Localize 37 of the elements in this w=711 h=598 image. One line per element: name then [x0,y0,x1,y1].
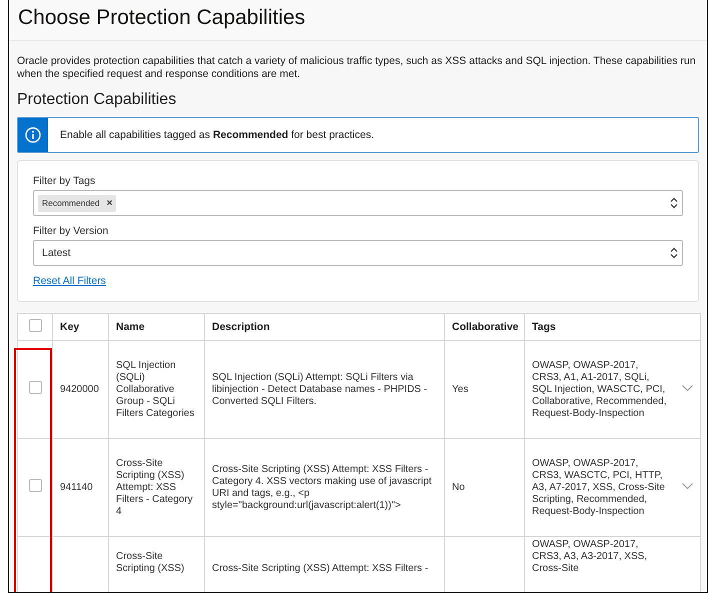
table-cell: Cross-Site Scripting (XSS) Attempt: XSS Filters - Category 4 [116,458,193,516]
chevron-updown-icon [670,197,678,209]
table-cell: OWASP, OWASP-2017, CRS3, WASCTC, PCI, HTTP, A3, A7-2017, XSS, Cross-Site Scripting, Recommended, Request-Body-Inspection [532,458,665,516]
column-header[interactable]: Tags [524,314,701,340]
chevron-updown-icon [670,247,678,259]
table-cell: 941140 [60,482,93,492]
banner-text: Enable all capabilities tagged as Recommended for best practices. [60,129,374,141]
info-icon [25,127,41,143]
table-cell: 9420000 [60,384,99,394]
column-header[interactable]: Key [52,314,108,340]
remove-icon[interactable]: × [106,198,112,208]
intro-text: Oracle provides protection capabilities that catch a variety of malicious traffic types, such as XSS attacks and SQL injection. These capabilities run when the specified request and response conditions are met. [17,55,697,81]
tags-select[interactable]: Recommended × [33,190,683,216]
table-cell: SQL Injection (SQLi) Collaborative Group - SQLi Filters Categories [116,360,194,418]
version-select[interactable]: Latest [33,240,683,266]
column-header[interactable]: Name [108,314,204,340]
table-cell: OWASP, OWASP-2017, CRS3, A1, A1-2017, SQLi, SQL Injection, WASCTC, PCI, Collaborative, Recommended, Request-Body-Inspection [532,360,667,418]
expand-chevron-icon[interactable] [682,384,692,392]
tag-chip[interactable]: Recommended × [38,194,116,212]
table-cell: SQL Injection (SQLi) Attempt: SQLi Filters via libinjection - Detect Database names - PHPIDS - Converted SQLI Filters. [212,372,428,406]
reset-filters-link[interactable]: Reset All Filters [33,275,106,287]
column-header[interactable]: Collaborative [444,314,524,340]
table-cell: Cross-Site Scripting (XSS) [116,551,184,574]
section-heading: Protection Capabilities [17,91,178,109]
expand-chevron-icon[interactable] [682,482,692,490]
field-label: Filter by Version [33,225,110,237]
page-title: Choose Protection Capabilities [18,6,306,30]
row-checkbox[interactable] [28,381,42,394]
row-checkbox[interactable] [28,479,42,492]
table-cell: No [452,482,465,492]
column-header[interactable]: Description [204,314,444,340]
table-cell: Yes [452,384,468,394]
table-cell: OWASP, OWASP-2017, CRS3, A3, A3-2017, XSS, Cross-Site [532,539,648,574]
select-all-checkbox[interactable] [28,319,42,332]
table-cell: Cross-Site Scripting (XSS) Attempt: XSS Filters - Category 4. XSS vectors making use of javascript URI and tags, e.g., <p style="background:url(javascript:alert(1))"> [212,464,432,510]
field-label: Filter by Tags [33,175,96,187]
table-cell: Cross-Site Scripting (XSS) Attempt: XSS Filters - [212,563,428,574]
